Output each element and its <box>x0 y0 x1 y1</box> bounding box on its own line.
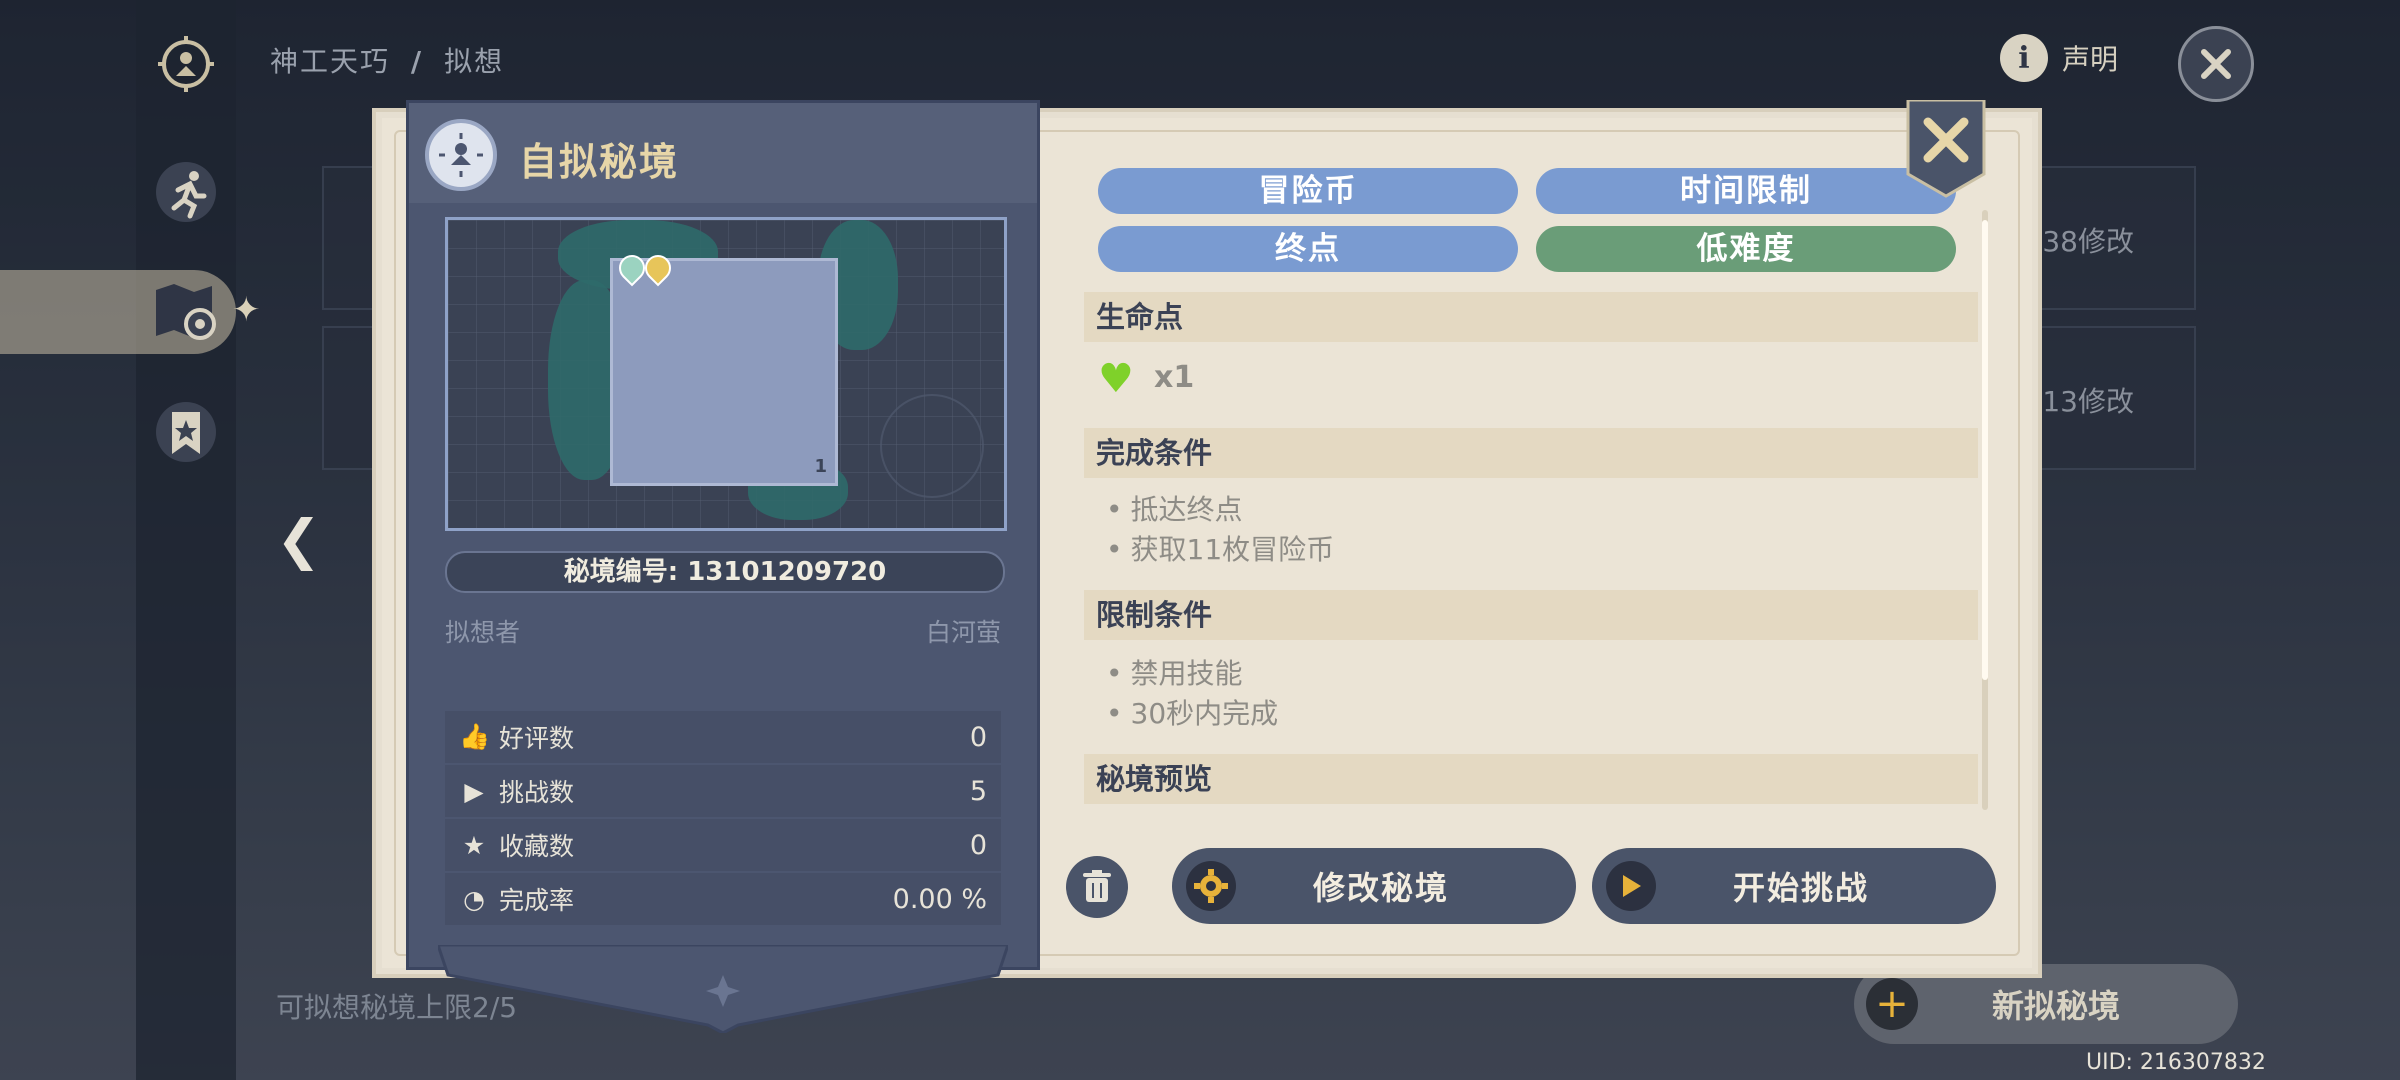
panel-title: 自拟秘境 <box>519 140 680 184</box>
author-row: 拟想者 白河萤 <box>445 613 1001 649</box>
tag-difficulty: 低难度 <box>1536 226 1956 272</box>
breadcrumb: 神工天巧 / 拟想 <box>270 40 504 80</box>
stat-value: 0 <box>969 829 987 861</box>
tag-endpoint: 终点 <box>1098 226 1518 272</box>
edit-domain-button[interactable]: 修改秘境 <box>1172 848 1576 924</box>
start-challenge-label: 开始挑战 <box>1732 869 1869 907</box>
stat-value: 0.00 % <box>892 883 987 915</box>
complete-condition-item: 抵达终点 <box>1106 488 1243 528</box>
details-scrollbar[interactable] <box>1982 210 1988 810</box>
section-life-points: 生命点 <box>1084 292 1978 342</box>
section-complete-conditions: 完成条件 <box>1084 428 1978 478</box>
section-limit-conditions: 限制条件 <box>1084 590 1978 640</box>
nav-bookmark-star-icon[interactable] <box>150 396 222 468</box>
limit-condition-item: 禁用技能 <box>1106 652 1243 692</box>
plus-icon: + <box>1866 978 1918 1030</box>
heart-icon: ♥ <box>1098 356 1134 402</box>
sparkle-icon: ✦ <box>232 290 261 330</box>
page-close-button[interactable] <box>2178 26 2254 102</box>
statement-button[interactable]: i 声明 <box>2000 34 2118 82</box>
compass-icon <box>880 394 984 498</box>
domain-map-preview[interactable]: 1 <box>445 217 1007 531</box>
tag-adventure-coin: 冒险币 <box>1098 168 1518 214</box>
play-icon <box>1606 861 1656 911</box>
section-domain-preview: 秘境预览 <box>1084 754 1978 804</box>
breadcrumb-current: 拟想 <box>444 45 505 78</box>
author-name: 白河萤 <box>925 618 1001 647</box>
stats-list: 👍 好评数 0 ▶ 挑战数 5 ★ 收藏数 0 ◔ 完成率 0.00 % <box>445 711 1001 927</box>
stat-row-likes: 👍 好评数 0 <box>445 711 1001 763</box>
stat-label: 挑战数 <box>499 778 575 807</box>
info-icon: i <box>2000 34 2048 82</box>
close-icon <box>2201 49 2231 79</box>
map-plot-area: 1 <box>610 249 838 486</box>
pie-icon: ◔ <box>463 884 485 914</box>
tag-time-limit: 时间限制 <box>1536 168 1956 214</box>
stat-row-favorites: ★ 收藏数 0 <box>445 819 1001 871</box>
stat-row-challenges: ▶ 挑战数 5 <box>445 765 1001 817</box>
star-icon: ★ <box>462 830 486 860</box>
complete-condition-item: 获取11枚冒险币 <box>1106 528 1335 568</box>
trash-icon <box>1083 870 1111 902</box>
domain-code[interactable]: 秘境编号: 13101209720 <box>445 551 1005 593</box>
domain-info-panel: 自拟秘境 1 秘境编号: 13101209720 拟想者 白河萤 👍 好评数 0… <box>406 100 1040 970</box>
stat-label: 好评数 <box>499 724 575 753</box>
breadcrumb-parent[interactable]: 神工天巧 <box>270 45 390 78</box>
author-label: 拟想者 <box>445 618 521 647</box>
scrollbar-thumb[interactable] <box>1982 220 1988 680</box>
nav-compass-icon[interactable] <box>150 28 222 100</box>
play-icon: ▶ <box>464 776 484 806</box>
life-points-value: x1 <box>1154 360 1195 395</box>
stat-label: 收藏数 <box>499 832 575 861</box>
domain-emblem-icon <box>425 119 497 191</box>
panel-header: 自拟秘境 <box>409 103 1037 203</box>
uid-text: UID: 216307832 <box>2086 1050 2266 1075</box>
limit-condition-item: 30秒内完成 <box>1106 692 1279 732</box>
stat-value: 5 <box>969 775 987 807</box>
back-arrow-icon[interactable]: ❮ <box>276 508 321 571</box>
thumbs-up-icon: 👍 <box>459 722 491 751</box>
delete-button[interactable] <box>1066 856 1128 918</box>
new-domain-label: 新拟秘境 <box>1992 987 2121 1025</box>
map-corner-number: 1 <box>814 456 827 477</box>
stat-value: 0 <box>969 721 987 753</box>
gear-icon <box>1186 861 1236 911</box>
nav-running-icon[interactable] <box>150 156 222 228</box>
start-challenge-button[interactable]: 开始挑战 <box>1592 848 1996 924</box>
edit-domain-label: 修改秘境 <box>1312 869 1449 907</box>
statement-label: 声明 <box>2062 43 2119 76</box>
nav-map-gear-icon[interactable] <box>150 276 222 348</box>
dialog-close-button[interactable] <box>1906 100 1986 200</box>
stat-label: 完成率 <box>499 886 575 915</box>
panel-bottom-ornament <box>438 945 1008 1033</box>
breadcrumb-separator: / <box>410 45 424 78</box>
stat-row-completion: ◔ 完成率 0.00 % <box>445 873 1001 925</box>
